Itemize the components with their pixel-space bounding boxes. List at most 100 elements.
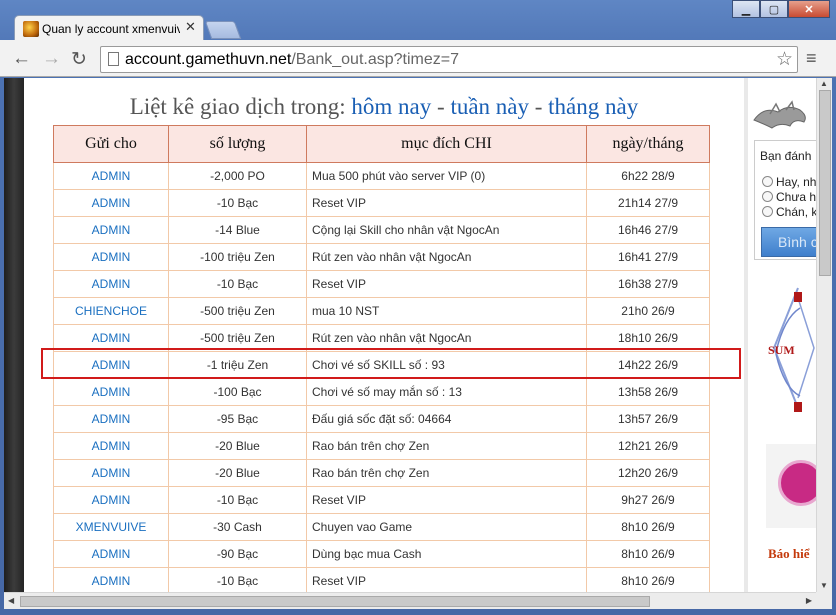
reload-icon[interactable]: ↻ [71, 48, 87, 71]
table-row: ADMIN -10 Bạc Reset VIP 16h38 27/9 [53, 270, 710, 298]
table-row: ADMIN -10 Bạc Reset VIP 9h27 26/9 [53, 486, 710, 514]
poll-option-label: Chưa h [776, 190, 816, 204]
purpose-cell: Cộng lại Skill cho nhân vật NgocAn [306, 216, 587, 244]
recipient-cell[interactable]: ADMIN [53, 432, 169, 460]
purpose-cell: Chơi vé số may mắn số : 13 [306, 378, 587, 406]
banner-text[interactable]: Báo hiể [768, 546, 810, 562]
date-cell: 16h41 27/9 [586, 243, 710, 271]
browser-window: Quan ly account xmenvuive | Gam ✕ ▁ ▢ ✕ … [0, 0, 836, 615]
page-heading: Liệt kê giao dịch trong: hôm nay - tuần … [24, 94, 744, 120]
purpose-cell: mua 10 NST [306, 297, 587, 325]
promo-icon [778, 460, 816, 506]
poll-option[interactable]: Hay, nh [762, 175, 816, 189]
url-path: /Bank_out.asp?timez=7 [291, 51, 460, 68]
date-cell: 8h10 26/9 [586, 540, 710, 568]
purpose-cell: Reset VIP [306, 270, 587, 298]
link-week[interactable]: tuần này [450, 94, 529, 119]
table-row: ADMIN -10 Bạc Reset VIP 8h10 26/9 [53, 567, 710, 592]
highlight-box [41, 348, 741, 379]
recipient-cell[interactable]: ADMIN [53, 162, 169, 190]
poll-option-label: Hay, nh [776, 175, 816, 189]
recipient-cell[interactable]: ADMIN [53, 405, 169, 433]
radio-icon[interactable] [762, 206, 773, 217]
forward-icon[interactable]: → [42, 48, 61, 70]
heading-separator: - [534, 94, 543, 119]
vote-button[interactable]: Bình c [761, 227, 816, 257]
purpose-cell: Chuyen vao Game [306, 513, 587, 541]
recipient-cell[interactable]: ADMIN [53, 378, 169, 406]
column-header-recipient: Gửi cho [53, 125, 169, 163]
scroll-right-icon[interactable]: ▶ [806, 596, 812, 605]
recipient-cell[interactable]: XMENVUIVE [53, 513, 169, 541]
vertical-scroll-thumb[interactable] [819, 90, 831, 276]
recipient-cell[interactable]: ADMIN [53, 270, 169, 298]
active-tab[interactable]: Quan ly account xmenvuive | Gam ✕ [14, 15, 204, 41]
horizontal-scrollbar[interactable]: ◀ ▶ [4, 592, 816, 609]
poll-box: Bạn đánh Hay, nh Chưa h Chán, k Bình c [754, 140, 816, 260]
purpose-cell: Reset VIP [306, 486, 587, 514]
menu-icon[interactable]: ≡ [806, 48, 817, 69]
recipient-cell[interactable]: ADMIN [53, 486, 169, 514]
radio-icon[interactable] [762, 176, 773, 187]
poll-option[interactable]: Chưa h [762, 190, 816, 204]
date-cell: 13h58 26/9 [586, 378, 710, 406]
promo-image[interactable] [766, 444, 816, 528]
left-decoration [4, 78, 24, 592]
recipient-cell[interactable]: ADMIN [53, 243, 169, 271]
star-icon[interactable]: ☆ [776, 48, 793, 71]
table-row: ADMIN -100 Bạc Chơi vé số may mắn số : 13 1… [53, 378, 710, 406]
recipient-cell[interactable]: ADMIN [53, 216, 169, 244]
table-header-row: Gửi cho số lượng mục đích CHI ngày/tháng [53, 125, 710, 163]
amount-cell: -500 triệu Zen [168, 297, 307, 325]
amount-cell: -100 Bạc [168, 378, 307, 406]
date-cell: 6h22 28/9 [586, 162, 710, 190]
horizontal-scroll-thumb[interactable] [20, 596, 650, 607]
new-tab-button[interactable] [204, 21, 242, 39]
amount-cell: -10 Bạc [168, 486, 307, 514]
table-row: ADMIN -90 Bạc Dùng bạc mua Cash 8h10 26/9 [53, 540, 710, 568]
purpose-cell: Đấu giá sốc đặt số: 04664 [306, 405, 587, 433]
recipient-cell[interactable]: ADMIN [53, 567, 169, 592]
scroll-left-icon[interactable]: ◀ [8, 596, 14, 605]
scrollbar-corner [816, 592, 832, 609]
date-cell: 16h38 27/9 [586, 270, 710, 298]
recipient-cell[interactable]: CHIENCHOE [53, 297, 169, 325]
close-window-button[interactable]: ✕ [788, 0, 830, 18]
amount-cell: -100 triệu Zen [168, 243, 307, 271]
recipient-cell[interactable]: ADMIN [53, 540, 169, 568]
amount-cell: -95 Bạc [168, 405, 307, 433]
amount-cell: -2,000 PO [168, 162, 307, 190]
maximize-button[interactable]: ▢ [760, 0, 788, 18]
date-cell: 9h27 26/9 [586, 486, 710, 514]
minimize-button[interactable]: ▁ [732, 0, 760, 18]
amount-cell: -14 Blue [168, 216, 307, 244]
vertical-scrollbar[interactable]: ▲ ▼ [816, 78, 832, 592]
address-bar[interactable]: account.gamethuvn.net/Bank_out.asp?timez… [100, 46, 798, 73]
link-today[interactable]: hôm nay [351, 94, 431, 119]
scroll-up-icon[interactable]: ▲ [820, 79, 828, 88]
url-text[interactable]: account.gamethuvn.net/Bank_out.asp?timez… [125, 51, 459, 69]
back-icon[interactable]: ← [12, 48, 31, 70]
table-row: ADMIN -10 Bạc Reset VIP 21h14 27/9 [53, 189, 710, 217]
purpose-cell: Rao bán trên chợ Zen [306, 432, 587, 460]
date-cell: 21h14 27/9 [586, 189, 710, 217]
recipient-cell[interactable]: ADMIN [53, 189, 169, 217]
recipient-cell[interactable]: ADMIN [53, 459, 169, 487]
poll-option[interactable]: Chán, k [762, 205, 816, 219]
tab-close-icon[interactable]: ✕ [185, 19, 196, 35]
tab-strip: Quan ly account xmenvuive | Gam ✕ ▁ ▢ ✕ [0, 0, 836, 41]
radio-icon[interactable] [762, 191, 773, 202]
column-header-purpose: mục đích CHI [306, 125, 587, 163]
scroll-down-icon[interactable]: ▼ [820, 581, 828, 590]
tab-title: Quan ly account xmenvuive | Gam [42, 22, 180, 36]
diagram-graphic: SUM [768, 287, 815, 412]
url-host: account.gamethuvn.net [125, 51, 292, 68]
dragon-logo-icon [753, 100, 806, 129]
main-content: Liệt kê giao dịch trong: hôm nay - tuần … [24, 78, 744, 592]
heading-separator: - [437, 94, 445, 119]
date-cell: 12h20 26/9 [586, 459, 710, 487]
table-row: ADMIN -14 Blue Cộng lại Skill cho nhân vật… [53, 216, 710, 244]
table-row: ADMIN -20 Blue Rao bán trên chợ Zen 12h20 2… [53, 459, 710, 487]
link-month[interactable]: tháng này [548, 94, 638, 119]
amount-cell: -20 Blue [168, 459, 307, 487]
